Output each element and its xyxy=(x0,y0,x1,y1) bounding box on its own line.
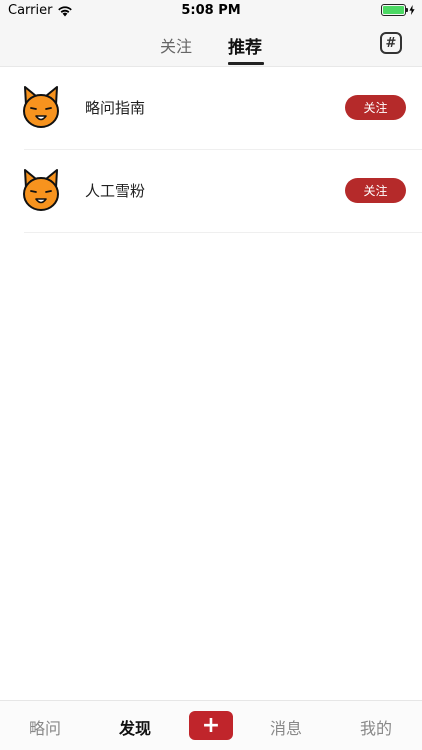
list-item[interactable]: 略问指南 关注 xyxy=(0,67,422,150)
hashtag-icon: # xyxy=(385,35,397,51)
battery-cap xyxy=(406,8,408,12)
plus-icon: + xyxy=(201,712,221,738)
fox-avatar-icon[interactable] xyxy=(21,168,61,212)
tab-discover[interactable]: 发现 xyxy=(110,715,160,739)
topic-hashtag-button[interactable]: # xyxy=(380,32,402,54)
battery-icon xyxy=(381,4,408,16)
user-name[interactable]: 人工雪粉 xyxy=(85,180,145,201)
tab-messages[interactable]: 消息 xyxy=(261,715,311,739)
recommend-list: 略问指南 关注 人工雪粉 关注 xyxy=(0,67,422,233)
tab-me[interactable]: 我的 xyxy=(351,715,401,739)
clock: 5:08 PM xyxy=(181,3,241,18)
battery-indicator xyxy=(381,4,415,16)
follow-button[interactable]: 关注 xyxy=(345,95,406,120)
tab-follow[interactable]: 关注 xyxy=(160,33,192,57)
status-bar: Carrier 5:08 PM xyxy=(0,0,422,22)
battery-fill xyxy=(383,6,404,14)
tab-recommend[interactable]: 推荐 xyxy=(228,33,262,58)
add-post-button[interactable]: + xyxy=(189,711,233,740)
follow-button[interactable]: 关注 xyxy=(345,178,406,203)
charging-bolt-icon xyxy=(409,5,415,15)
divider xyxy=(24,232,422,233)
active-tab-indicator xyxy=(228,62,264,65)
fox-avatar-icon[interactable] xyxy=(21,85,61,129)
user-name[interactable]: 略问指南 xyxy=(85,97,145,118)
top-navigation: 关注 推荐 # xyxy=(0,22,422,67)
list-item[interactable]: 人工雪粉 关注 xyxy=(0,150,422,233)
tab-luewen[interactable]: 略问 xyxy=(20,715,70,739)
bottom-tab-bar: 略问 发现 + 消息 我的 xyxy=(0,700,422,750)
